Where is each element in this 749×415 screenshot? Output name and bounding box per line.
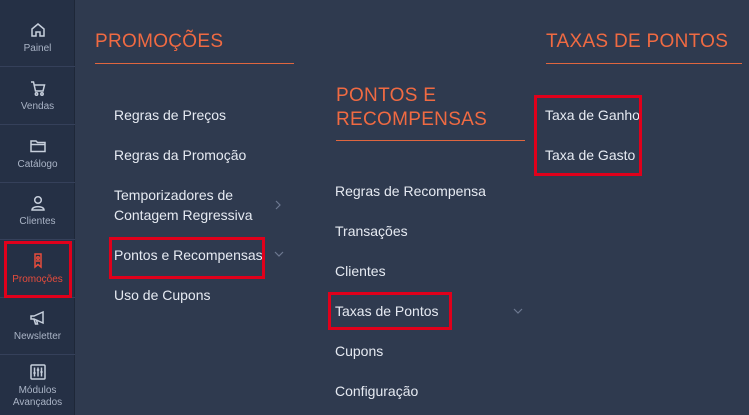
menu-item-regras-de-recompensa[interactable]: Regras de Recompensa: [335, 181, 486, 201]
folder-icon: [29, 140, 46, 153]
user-icon: [30, 195, 45, 211]
nav-item-newsletter[interactable]: Newsletter: [0, 298, 75, 355]
nav-label-catalogo: Catálogo: [17, 159, 58, 170]
megaphone-icon: [29, 310, 44, 325]
left-navigation: Painel Vendas Catálogo Clientes Promoçõe…: [0, 0, 75, 415]
menu-item-cupons[interactable]: Cupons: [335, 341, 383, 361]
chevron-down-icon: [513, 308, 523, 314]
menu-item-taxa-de-ganho[interactable]: Taxa de Ganho: [545, 105, 640, 125]
chevron-down-icon: [274, 251, 284, 257]
menu-item-pontos-e-recompensas[interactable]: Pontos e Recompensas: [114, 245, 263, 265]
home-icon: [30, 23, 45, 37]
promocoes-title-divider: [95, 63, 294, 64]
chevron-right-icon: [275, 200, 281, 210]
nav-item-catalogo[interactable]: Catálogo: [0, 126, 75, 183]
taxas-title-divider: [546, 63, 742, 64]
menu-item-regras-de-precos[interactable]: Regras de Preços: [114, 105, 226, 125]
nav-label-newsletter: Newsletter: [13, 331, 62, 342]
cart-icon: [30, 81, 45, 96]
nav-label-vendas: Vendas: [20, 101, 55, 112]
nav-label-clientes: Clientes: [19, 216, 56, 227]
menu-item-uso-de-cupons[interactable]: Uso de Cupons: [114, 285, 211, 305]
menu-item-configuracao[interactable]: Configuração: [335, 381, 418, 401]
menu-item-clientes[interactable]: Clientes: [335, 261, 386, 281]
sliders-icon: [29, 363, 46, 380]
nav-item-painel[interactable]: Painel: [0, 10, 75, 67]
nav-label-modulos-avancados: Módulos Avançados: [12, 384, 63, 408]
menu-item-regras-da-promocao[interactable]: Regras da Promoção: [114, 145, 246, 165]
nav-item-vendas[interactable]: Vendas: [0, 68, 75, 125]
nav-item-clientes[interactable]: Clientes: [0, 183, 75, 240]
tag-icon: [33, 253, 42, 269]
nav-item-promocoes[interactable]: Promoções: [0, 241, 75, 298]
pontos-title: PONTOS E RECOMPENSAS: [336, 85, 488, 130]
menu-item-temporizadores[interactable]: Temporizadores de Contagem Regressiva: [114, 185, 274, 225]
pontos-title-divider: [336, 140, 525, 141]
menu-item-taxas-de-pontos[interactable]: Taxas de Pontos: [335, 301, 439, 321]
nav-label-promocoes: Promoções: [12, 274, 63, 285]
menu-item-taxa-de-gasto[interactable]: Taxa de Gasto: [545, 145, 635, 165]
nav-label-painel: Painel: [23, 43, 52, 54]
promocoes-title: PROMOÇÕES: [95, 31, 224, 52]
nav-item-modulos-avancados[interactable]: Módulos Avançados: [0, 356, 75, 415]
menu-item-transacoes[interactable]: Transações: [335, 221, 408, 241]
taxas-title: TAXAS DE PONTOS: [546, 31, 729, 52]
